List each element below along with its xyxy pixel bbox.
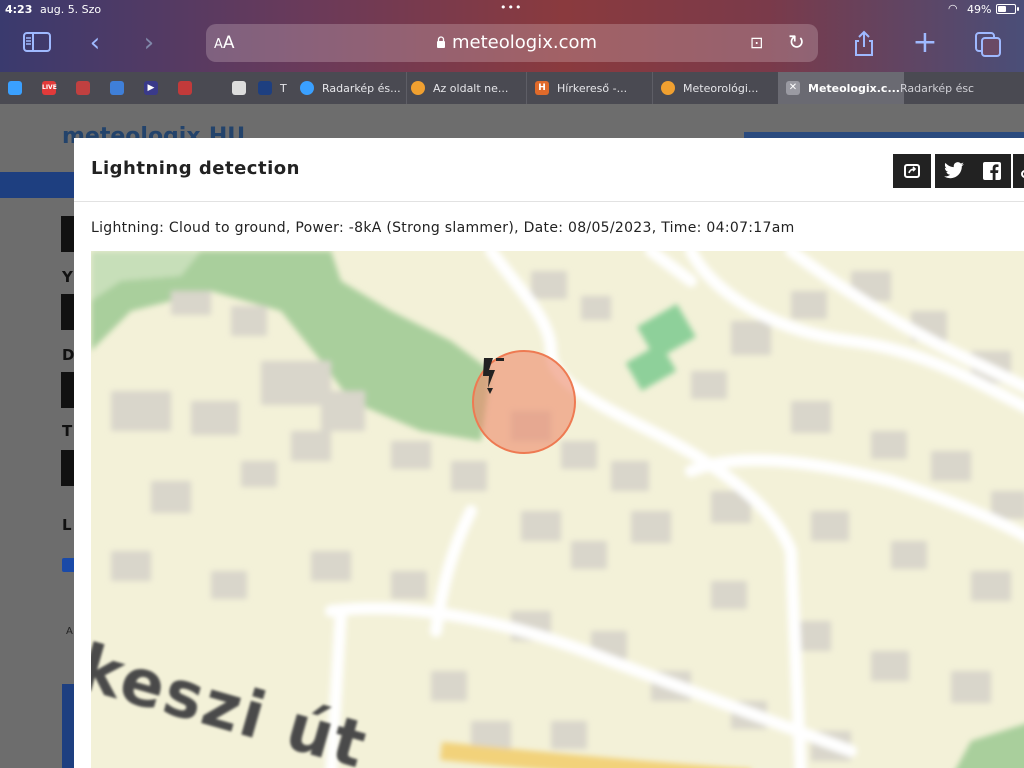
tab-meteorologia[interactable]: Meteorológi... — [652, 72, 778, 104]
tab-overflow[interactable]: c — [968, 72, 1008, 104]
tab-label: Radarkép és... — [322, 81, 401, 95]
tab-pinned-2[interactable]: LIVE — [42, 72, 66, 104]
share-button[interactable] — [893, 154, 931, 188]
tab-favicon — [178, 81, 192, 95]
page-field — [61, 216, 75, 252]
sidebar-icon[interactable] — [22, 30, 52, 58]
tab-pinned-3[interactable] — [76, 72, 100, 104]
wifi-icon: ◠ — [948, 2, 958, 15]
lightning-info: Lightning: Cloud to ground, Power: -8kA … — [91, 220, 795, 236]
reload-icon[interactable]: ↻ — [788, 30, 805, 54]
tab-pinned-7[interactable] — [232, 72, 256, 104]
tab-radarkep-2[interactable]: Radarkép és... — [880, 72, 970, 104]
tab-label: Meteorológi... — [683, 81, 759, 95]
facebook-icon — [983, 162, 1001, 180]
tab-8[interactable]: T — [258, 72, 294, 104]
tab-pinned-5[interactable]: ▶ — [144, 72, 168, 104]
share-arrow-icon — [904, 164, 920, 178]
cloud-icon — [300, 81, 314, 95]
tab-label: Az oldalt ne... — [433, 81, 509, 95]
tab-favicon — [110, 81, 124, 95]
battery-icon — [996, 4, 1019, 14]
status-date: aug. 5. Szo — [40, 3, 102, 16]
plus-icon[interactable]: + — [910, 28, 940, 58]
address-bar[interactable]: AA meteologix.com ⊡ ↻ — [206, 24, 818, 62]
tab-favicon: LIVE — [42, 81, 57, 95]
page-label: D — [62, 346, 75, 364]
chevron-left-icon[interactable]: ‹ — [80, 30, 110, 58]
status-bar: 4:23 aug. 5. Szo ••• ◠ 49% — [0, 0, 1024, 18]
page-label: T — [62, 422, 73, 440]
twitter-icon — [944, 162, 964, 179]
sun-icon — [661, 81, 675, 95]
lightning-strike-marker[interactable] — [472, 350, 576, 454]
browser-toolbar: 4:23 aug. 5. Szo ••• ◠ 49% ‹ › AA meteol… — [0, 0, 1024, 72]
tab-pinned-1[interactable] — [8, 72, 32, 104]
lock-icon — [437, 36, 445, 48]
page-label: L — [62, 516, 72, 534]
map-view[interactable]: keszi út — [91, 251, 1024, 768]
share-icon[interactable] — [850, 30, 880, 58]
page-field — [61, 294, 75, 330]
lightning-bolt-icon — [483, 358, 504, 394]
tab-label: Radarkép és... — [900, 81, 970, 95]
tab-radarkep-1[interactable]: Radarkép és... — [300, 72, 406, 104]
tab-favicon: H — [535, 81, 549, 95]
battery-percent: 49% — [967, 3, 992, 16]
extension-icon[interactable]: ⊡ — [750, 33, 763, 52]
sun-icon — [411, 81, 425, 95]
close-tab-icon[interactable]: ✕ — [786, 81, 800, 95]
tab-strip: LIVE ▶ T Radarkép és... Az oldalt ne... … — [0, 72, 1024, 104]
tab-favicon — [76, 81, 90, 95]
modal-title: Lightning detection — [91, 158, 300, 179]
tab-label: T — [280, 81, 287, 95]
status-time: 4:23 — [5, 3, 33, 16]
page-label: Y — [62, 268, 73, 286]
nav-bar — [0, 172, 80, 198]
page-small-text: A — [66, 626, 73, 637]
tab-favicon — [8, 81, 22, 95]
tabs-icon[interactable] — [973, 30, 1003, 58]
page-field — [61, 372, 75, 408]
url-text[interactable]: meteologix.com — [452, 32, 597, 53]
tab-label: Hírkereső -... — [557, 81, 628, 95]
chevron-right-icon[interactable]: › — [134, 30, 164, 58]
lightning-modal: Lightning detection Lightning: Cloud to … — [74, 138, 1024, 768]
tab-label: c — [968, 81, 975, 95]
text-size-button[interactable]: AA — [214, 33, 235, 53]
tab-favicon: ▶ — [144, 81, 158, 95]
multitask-dots-icon[interactable]: ••• — [500, 1, 522, 14]
tab-pinned-6[interactable] — [178, 72, 202, 104]
tab-az-oldalt[interactable]: Az oldalt ne... — [406, 72, 526, 104]
tab-favicon — [258, 81, 272, 95]
more-share-button[interactable] — [1013, 154, 1024, 188]
modal-header: Lightning detection — [74, 138, 1024, 202]
tab-hirkereso[interactable]: H Hírkereső -... — [526, 72, 652, 104]
page-field — [61, 450, 75, 486]
twitter-button[interactable] — [935, 154, 973, 188]
facebook-button[interactable] — [973, 154, 1011, 188]
tab-pinned-4[interactable] — [110, 72, 134, 104]
tab-favicon — [232, 81, 246, 95]
